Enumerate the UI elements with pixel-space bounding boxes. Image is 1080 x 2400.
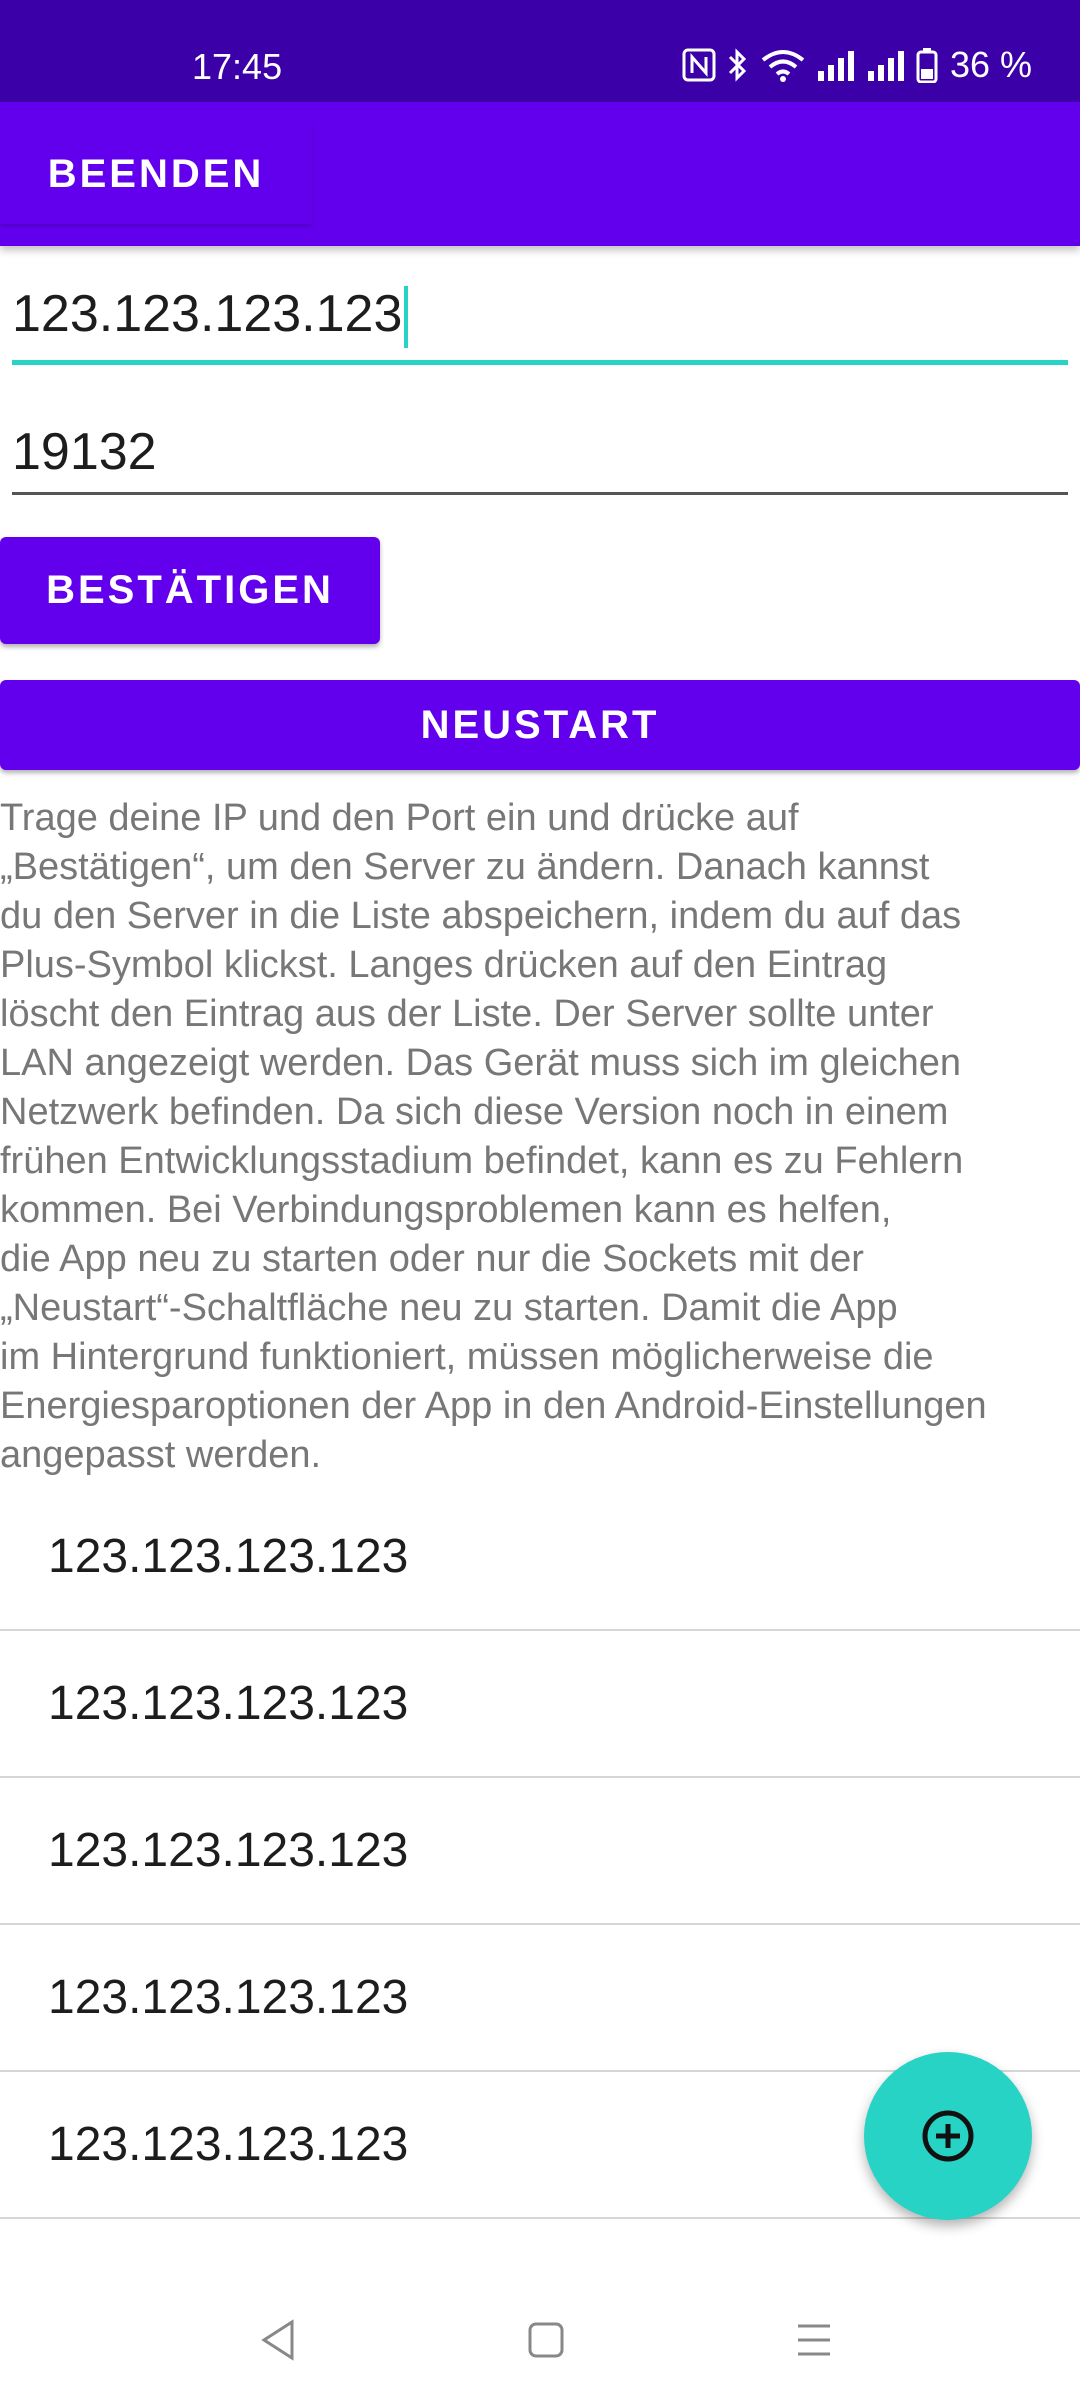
home-button[interactable] bbox=[516, 2310, 576, 2370]
status-time: 17:45 bbox=[192, 46, 283, 87]
battery-percent: 36 % bbox=[949, 44, 1032, 85]
confirm-button[interactable]: BESTÄTIGEN bbox=[0, 537, 380, 644]
back-button[interactable] bbox=[248, 2310, 308, 2370]
nfc-icon bbox=[682, 48, 716, 82]
info-text: Trage deine IP und den Port ein und drüc… bbox=[0, 797, 987, 1476]
navigation-bar bbox=[0, 2280, 1080, 2400]
restart-button[interactable]: NEUSTART bbox=[0, 680, 1080, 770]
home-icon bbox=[528, 2322, 564, 2358]
add-circle-icon bbox=[922, 2110, 974, 2162]
list-item[interactable]: 123.123.123.123 bbox=[0, 1778, 1080, 1925]
status-bar: 17:45 36 % bbox=[0, 0, 1080, 102]
signal-icon bbox=[817, 51, 854, 81]
wifi-icon bbox=[761, 50, 805, 82]
text-cursor bbox=[404, 286, 409, 349]
app-bar: BEENDEN bbox=[0, 102, 1080, 246]
add-server-button[interactable] bbox=[864, 2052, 1032, 2220]
list-item[interactable]: 123.123.123.123 bbox=[0, 1484, 1080, 1631]
back-icon bbox=[261, 2319, 294, 2361]
signal-icon bbox=[867, 51, 904, 81]
exit-button[interactable]: BEENDEN bbox=[0, 124, 312, 224]
bluetooth-icon bbox=[728, 48, 747, 82]
menu-icon bbox=[798, 2324, 830, 2356]
status-icons: 36 % bbox=[682, 44, 1032, 86]
port-input-value: 19132 bbox=[12, 423, 157, 481]
battery-icon bbox=[916, 48, 938, 83]
ip-input-value: 123.123.123.123 bbox=[12, 285, 403, 343]
ip-input[interactable]: 123.123.123.123 bbox=[12, 278, 1068, 365]
list-item[interactable]: 123.123.123.123 bbox=[0, 1631, 1080, 1778]
port-input[interactable]: 19132 bbox=[12, 416, 1068, 495]
list-item[interactable]: 123.123.123.123 bbox=[0, 1925, 1080, 2072]
menu-button[interactable] bbox=[784, 2310, 844, 2370]
